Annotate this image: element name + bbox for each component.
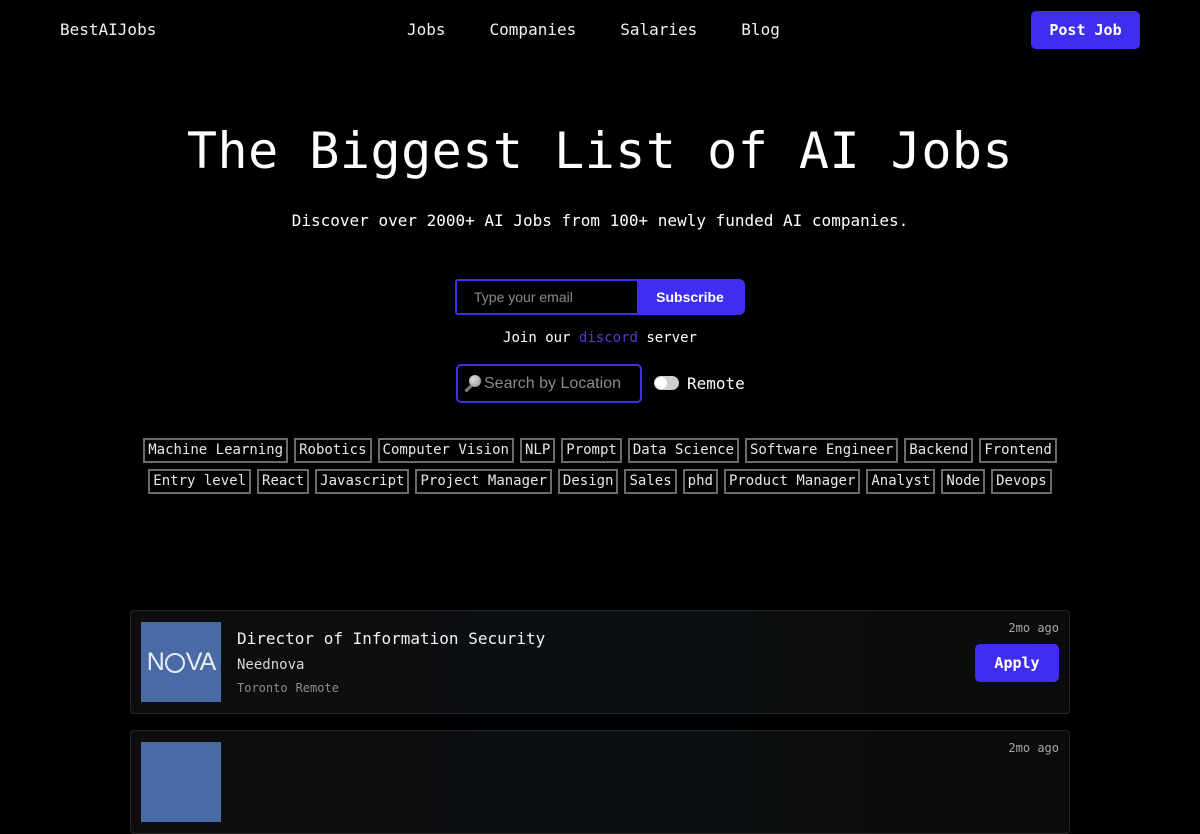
tag-node[interactable]: Node — [941, 469, 986, 494]
tag-backend[interactable]: Backend — [904, 438, 974, 463]
hero-subtitle: Discover over 2000+ AI Jobs from 100+ ne… — [291, 211, 909, 230]
job-posted-time: 2mo ago — [1008, 621, 1059, 635]
site-logo[interactable]: BestAIJobs — [60, 20, 156, 39]
nova-hexagon-icon — [164, 653, 185, 673]
tag-software-engineer[interactable]: Software Engineer — [745, 438, 899, 463]
location-search — [456, 364, 642, 403]
discord-prefix: Join our — [503, 330, 571, 346]
job-posted-time: 2mo ago — [1008, 741, 1059, 755]
tag-machine-learning[interactable]: Machine Learning — [143, 438, 289, 463]
job-tags: Toronto Remote — [237, 681, 339, 695]
tag-product-manager[interactable]: Product Manager — [723, 469, 861, 494]
nav-link-companies[interactable]: Companies — [490, 20, 577, 39]
tag-javascript[interactable]: Javascript — [315, 469, 410, 494]
subscribe-button[interactable]: Subscribe — [637, 281, 743, 313]
tag-prompt[interactable]: Prompt — [561, 438, 622, 463]
job-company[interactable]: Neednova — [237, 657, 304, 673]
job-title[interactable]: Director of Information Security — [237, 629, 545, 648]
hero-title: The Biggest List of AI Jobs — [186, 122, 1014, 180]
tag-data-science[interactable]: Data Science — [627, 438, 739, 463]
nav-links: Jobs Companies Salaries Blog — [407, 20, 780, 39]
tag-react[interactable]: React — [257, 469, 310, 494]
tag-row-1: Machine Learning Robotics Computer Visio… — [0, 438, 1200, 463]
tag-devops[interactable]: Devops — [991, 469, 1052, 494]
nav-link-blog[interactable]: Blog — [741, 20, 780, 39]
location-search-input[interactable] — [484, 374, 634, 393]
tag-row-2: Entry level React Javascript Project Man… — [0, 469, 1200, 494]
magnifying-glass-icon — [462, 373, 484, 395]
company-logo: N VA — [141, 622, 221, 702]
job-card[interactable]: 2mo ago — [130, 730, 1070, 834]
tag-nlp[interactable]: NLP — [519, 438, 556, 463]
email-input[interactable] — [457, 281, 637, 313]
tag-project-manager[interactable]: Project Manager — [415, 469, 552, 494]
job-remote: Remote — [295, 681, 339, 695]
discord-suffix: server — [646, 330, 697, 346]
discord-invite: Join our discord server — [0, 330, 1200, 346]
tag-entry-level[interactable]: Entry level — [148, 469, 252, 494]
tag-sales[interactable]: Sales — [624, 469, 677, 494]
apply-button[interactable]: Apply — [975, 644, 1059, 682]
logo-text-right: VA — [185, 647, 216, 676]
tag-frontend[interactable]: Frontend — [979, 438, 1057, 463]
nav-link-salaries[interactable]: Salaries — [620, 20, 697, 39]
job-card[interactable]: N VA Director of Information Security Nee… — [130, 610, 1070, 714]
job-location: Toronto — [237, 681, 288, 695]
subscribe-form: Subscribe — [455, 279, 745, 315]
top-nav: BestAIJobs Jobs Companies Salaries Blog … — [0, 0, 1200, 60]
tag-design[interactable]: Design — [557, 469, 619, 494]
discord-link[interactable]: discord — [579, 330, 638, 346]
tag-computer-vision[interactable]: Computer Vision — [377, 438, 514, 463]
tag-phd[interactable]: phd — [682, 469, 718, 494]
nav-link-jobs[interactable]: Jobs — [407, 20, 446, 39]
logo-text-left: N — [146, 647, 165, 676]
tag-robotics[interactable]: Robotics — [294, 438, 372, 463]
post-job-button[interactable]: Post Job — [1031, 11, 1140, 49]
remote-toggle[interactable] — [654, 376, 679, 390]
company-logo — [141, 742, 221, 822]
remote-label: Remote — [687, 374, 745, 393]
tag-analyst[interactable]: Analyst — [866, 469, 936, 494]
toggle-knob — [655, 377, 667, 389]
